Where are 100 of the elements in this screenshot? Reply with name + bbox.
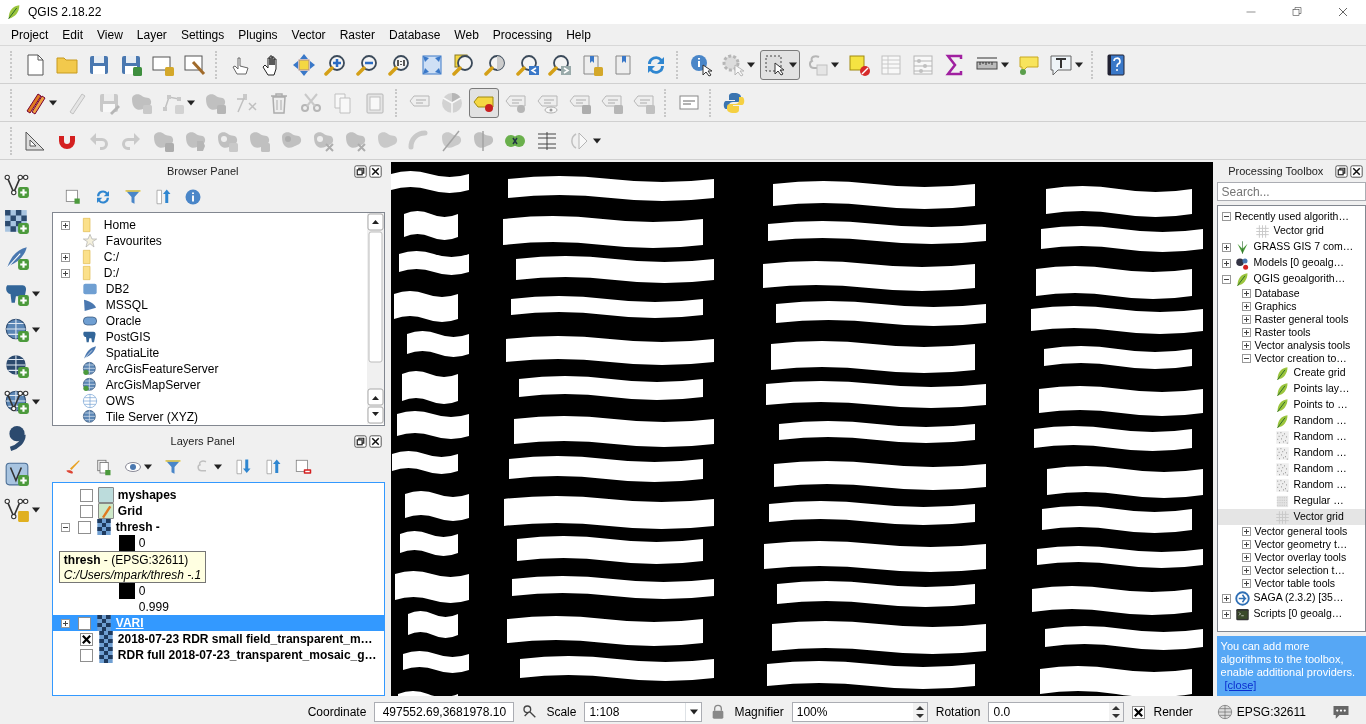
menu-item[interactable]: Database (381, 25, 448, 44)
tree-item-label: Random … (1293, 413, 1347, 429)
tree-item-label: Regular … (1293, 493, 1344, 509)
tree-item[interactable]: MSSQL (105, 296, 148, 314)
tree-row[interactable]: Regular … (1217, 493, 1365, 509)
tree-row[interactable]: Database (1217, 287, 1365, 300)
layer-row[interactable]: RDR full 2018-07-23_transparent_mosaic_g… (52, 647, 384, 663)
layer-row[interactable]: myshapes (52, 487, 384, 503)
panel-title: Layers Panel (170, 433, 235, 449)
rotation-spinbox[interactable]: 0.0 (988, 702, 1125, 722)
tree-row[interactable]: Random … (1217, 445, 1365, 461)
layer-name[interactable]: thresh - (115, 518, 160, 536)
search-field[interactable]: Search... (1216, 182, 1366, 201)
tree-row[interactable]: Random … (1217, 413, 1365, 429)
tree-row[interactable]: Vector analysis tools (1217, 339, 1365, 352)
tree-row[interactable]: Recently used algorith… (1217, 210, 1365, 223)
layer-name[interactable]: RDR full 2018-07-23_transparent_mosaic_g… (117, 646, 377, 664)
status-label: Scale (546, 704, 577, 721)
menu-item[interactable]: Raster (332, 25, 382, 44)
tree-row[interactable]: Vector overlay tools (1217, 551, 1365, 564)
menu-item[interactable]: Project (4, 25, 56, 44)
tree-item-label: Random … (1293, 461, 1347, 477)
status-label: Coordinate (307, 704, 367, 721)
layer-row[interactable]: thresh - (52, 519, 384, 535)
tree-row[interactable]: Vector grid (1217, 223, 1365, 239)
tooltip-path: C:/Users/mpark/thresh -.1 (63, 568, 202, 583)
tree-item-label: QGIS geoalgorith… (1253, 271, 1346, 287)
tree-row[interactable]: Raster tools (1217, 326, 1365, 339)
tree-item-label: Raster general tools (1254, 312, 1349, 327)
panel-title: Processing Toolbox (1228, 163, 1324, 179)
tree-row[interactable]: Raster general tools (1217, 313, 1365, 326)
tree-row[interactable]: Points to … (1217, 397, 1365, 413)
tree-row[interactable]: Vector table tools (1217, 577, 1365, 590)
tree-item[interactable]: SpatiaLite (105, 344, 160, 362)
tree-item[interactable]: Home (103, 216, 136, 234)
tree-item-label: Scripts [0 geoalg… (1253, 606, 1343, 622)
crs-label[interactable]: EPSG:32611 (1236, 703, 1306, 721)
tree-row[interactable]: Random … (1217, 461, 1365, 477)
tree-item[interactable]: Favourites (105, 232, 162, 250)
tree-row[interactable]: SAGA (2.3.2) [35… (1217, 590, 1365, 606)
tree-item-label: Random … (1293, 477, 1347, 493)
tree-row[interactable]: Create grid (1217, 365, 1365, 381)
tree-item-label: Vector selection t… (1254, 563, 1346, 578)
layer-row[interactable]: 2018-07-23 RDR small field_transparent_m… (52, 631, 384, 647)
tree-row[interactable]: Vector geometry t… (1217, 538, 1365, 551)
tree-item[interactable]: ArcGisFeatureServer (105, 360, 219, 378)
layer-name[interactable]: 2018-07-23 RDR small field_transparent_m… (117, 630, 373, 648)
layer-row[interactable]: Grid (52, 503, 384, 519)
menu-item[interactable]: Plugins (231, 25, 285, 44)
tree-item[interactable]: C:/ (103, 248, 120, 266)
tree-item-label: Vector overlay tools (1254, 550, 1347, 565)
legend-label: 0.999 (138, 599, 169, 616)
tree-item-label: Models [0 geoalg… (1253, 255, 1345, 271)
tree-row[interactable]: Random … (1217, 477, 1365, 493)
tree-item-label: Recently used algorith… (1234, 208, 1349, 224)
close-link[interactable]: [close] (1224, 679, 1257, 691)
panel-title: Browser Panel (166, 163, 239, 179)
tree-item[interactable]: PostGIS (105, 328, 151, 346)
tree-item-label: Vector general tools (1254, 523, 1348, 539)
layer-name[interactable]: Grid (117, 502, 143, 520)
tree-row[interactable]: QGIS geoalgorith… (1217, 271, 1365, 287)
tree-item-label: Database (1254, 285, 1300, 301)
tree-row[interactable]: Graphics (1217, 300, 1365, 313)
menu-item[interactable]: View (90, 25, 130, 44)
tree-item[interactable]: D:/ (103, 264, 120, 282)
tree-item-label: Raster tools (1254, 325, 1311, 340)
scale-combo[interactable]: 1:108 (584, 702, 703, 722)
layer-name[interactable]: myshapes (117, 486, 177, 504)
tree-item[interactable]: ArcGisMapServer (105, 376, 201, 394)
tree-row[interactable]: Models [0 geoalg… (1217, 255, 1365, 271)
tree-item-label: Vector grid (1293, 509, 1344, 525)
magnifier-spinbox[interactable]: 100% (791, 702, 928, 722)
tree-row[interactable]: Scripts [0 geoalg… (1217, 606, 1365, 622)
menu-item[interactable]: Web (447, 25, 486, 44)
tree-row[interactable]: Vector selection t… (1217, 564, 1365, 577)
tree-item-label: Vector analysis tools (1254, 337, 1351, 353)
tree-row[interactable]: Random … (1217, 429, 1365, 445)
menu-item[interactable]: Settings (173, 25, 232, 44)
tree-item-label: Graphics (1254, 298, 1297, 314)
menu-item[interactable]: Vector (284, 25, 333, 44)
coordinate-field[interactable]: 497552.69,3681978.10 (374, 702, 515, 722)
tree-row[interactable]: Vector general tools (1217, 525, 1365, 538)
tooltip-title: thresh - (EPSG:32611) (63, 553, 190, 568)
tree-item-label: Vector grid (1273, 223, 1324, 239)
tree-row[interactable]: Vector creation to… (1217, 352, 1365, 365)
tree-item-label: Create grid (1293, 365, 1346, 381)
menu-item[interactable]: Layer (129, 25, 174, 44)
selected-tree-row[interactable]: Vector grid (1217, 509, 1365, 525)
tree-item[interactable]: Tile Server (XYZ) (105, 408, 199, 426)
tree-row[interactable]: Points lay… (1217, 381, 1365, 397)
menu-item[interactable]: Processing (485, 25, 560, 44)
tree-item-label: Vector creation to… (1254, 351, 1347, 366)
tree-item[interactable]: DB2 (105, 280, 130, 298)
menu-item[interactable]: Edit (55, 25, 91, 44)
tree-row[interactable]: GRASS GIS 7 com… (1217, 239, 1365, 255)
tree-item[interactable]: Oracle (105, 312, 142, 330)
tree-item[interactable]: OWS (105, 392, 135, 410)
legend-label: 0 (138, 535, 146, 552)
menu-item[interactable]: Help (559, 25, 598, 44)
tree-item-label: Random … (1293, 445, 1347, 461)
